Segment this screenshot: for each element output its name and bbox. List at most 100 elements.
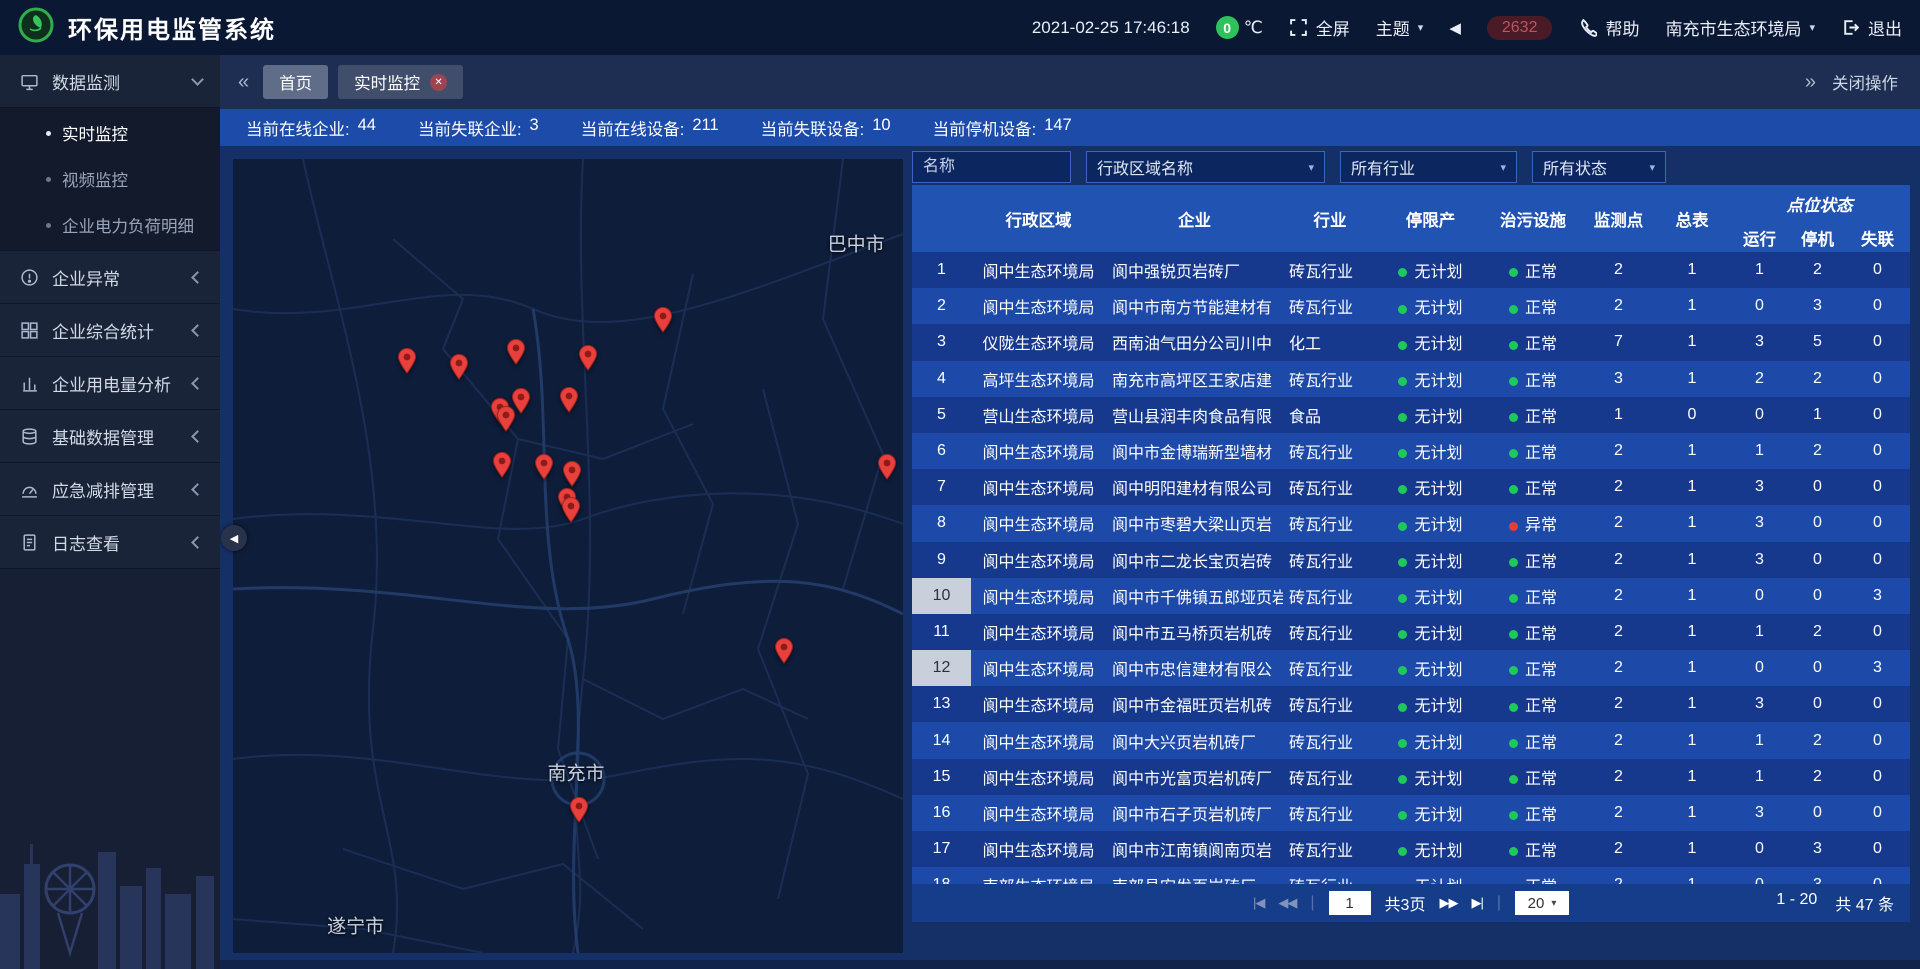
tab-home[interactable]: 首页 xyxy=(263,65,328,99)
table-row[interactable]: 1阆中生态环境局阆中强锐页岩砖厂砖瓦行业无计划正常21120 xyxy=(912,252,1910,288)
sidebar-item-enterprise-stats[interactable]: 企业综合统计 xyxy=(0,304,220,357)
tab-realtime-monitor[interactable]: 实时监控✕ xyxy=(338,65,463,99)
cell-points: 2 xyxy=(1582,614,1655,650)
next-page-button[interactable]: ▶▶ xyxy=(1439,895,1457,911)
last-page-button[interactable]: ▶| xyxy=(1471,895,1482,911)
enterprise-table: 行政区域 企业 行业 停限产 治污设施 监测点 总表 点位状态 运行 停机 失联… xyxy=(912,185,1910,884)
map-pin[interactable] xyxy=(653,306,673,338)
map-pin[interactable] xyxy=(774,637,794,669)
table-row[interactable]: 5营山生态环境局营山县润丰肉食品有限食品无计划正常10010 xyxy=(912,397,1910,433)
table-row[interactable]: 8阆中生态环境局阆中市枣碧大梁山页岩砖瓦行业无计划异常21300 xyxy=(912,505,1910,541)
table-row[interactable]: 12阆中生态环境局阆中市忠信建材有限公砖瓦行业无计划正常21003 xyxy=(912,650,1910,686)
sidebar-item-power-load-detail[interactable]: 企业电力负荷明细 xyxy=(0,202,220,248)
sidebar-item-log-view[interactable]: 日志查看 xyxy=(0,516,220,569)
map-pin[interactable] xyxy=(877,453,897,485)
cell-run: 0 xyxy=(1729,831,1790,867)
cell-company: 阆中市枣碧大梁山页岩 xyxy=(1106,505,1283,541)
region-filter-select[interactable]: 行政区域名称 ▾ xyxy=(1086,151,1325,183)
status-dot xyxy=(1509,594,1518,603)
map-pin[interactable] xyxy=(449,353,469,385)
table-row[interactable]: 9阆中生态环境局阆中市二龙长宝页岩砖砖瓦行业无计划正常21300 xyxy=(912,542,1910,578)
map-pin[interactable] xyxy=(578,344,598,376)
cell-limit-status: 无计划 xyxy=(1377,650,1484,686)
cell-industry: 砖瓦行业 xyxy=(1283,252,1377,288)
table-row[interactable]: 18南部生态环境局南部县宏发页岩砖厂砖瓦行业无计划正常21030 xyxy=(912,867,1910,884)
table-row[interactable]: 2阆中生态环境局阆中市南方节能建材有砖瓦行业无计划正常21030 xyxy=(912,288,1910,324)
table-row[interactable]: 3仪陇生态环境局西南油气田分公司川中化工无计划正常71350 xyxy=(912,324,1910,360)
sidebar-item-data-monitoring[interactable]: 数据监测 xyxy=(0,55,220,108)
map-pin[interactable] xyxy=(506,338,526,370)
map-pin[interactable] xyxy=(569,796,589,828)
map-pin[interactable] xyxy=(561,496,581,528)
cell-limit-status: 无计划 xyxy=(1377,505,1484,541)
chevron-left-icon xyxy=(191,483,204,496)
status-dot xyxy=(1398,522,1407,531)
org-dropdown[interactable]: 南充市生态环境局 ▾ xyxy=(1665,15,1815,40)
table-row[interactable]: 11阆中生态环境局阆中市五马桥页岩机砖砖瓦行业无计划正常21120 xyxy=(912,614,1910,650)
logout-button[interactable]: 退出 xyxy=(1841,15,1902,40)
table-row[interactable]: 7阆中生态环境局阆中明阳建材有限公司砖瓦行业无计划正常21300 xyxy=(912,469,1910,505)
stat-label: 当前失联企业: xyxy=(418,116,522,140)
sidebar-item-base-data[interactable]: 基础数据管理 xyxy=(0,410,220,463)
tabs-scroll-right-icon[interactable]: » xyxy=(1805,71,1816,94)
cell-industry: 砖瓦行业 xyxy=(1283,578,1377,614)
tabs-scroll-left-icon[interactable]: « xyxy=(238,71,249,94)
close-icon[interactable]: ✕ xyxy=(430,74,447,91)
map-panel[interactable]: 巴中市南充市遂宁市 xyxy=(233,159,903,953)
table-row[interactable]: 15阆中生态环境局阆中市光富页岩机砖厂砖瓦行业无计划正常21120 xyxy=(912,759,1910,795)
tab-label: 首页 xyxy=(279,70,312,94)
industry-filter-select[interactable]: 所有行业 ▾ xyxy=(1340,151,1517,183)
theme-dropdown[interactable]: 主题 ▾ xyxy=(1376,15,1424,40)
prev-page-button[interactable]: ◀◀ xyxy=(1278,895,1296,911)
announcement-icon[interactable]: ◀ xyxy=(1449,19,1461,37)
table-row[interactable]: 14阆中生态环境局阆中大兴页岩机砖厂砖瓦行业无计划正常21120 xyxy=(912,722,1910,758)
sidebar-item-enterprise-abnormal[interactable]: 企业异常 xyxy=(0,251,220,304)
fullscreen-button[interactable]: 全屏 xyxy=(1289,15,1350,40)
map-pin[interactable] xyxy=(534,453,554,485)
temperature-badge: 0 xyxy=(1216,16,1239,39)
cell-facility-status: 正常 xyxy=(1484,650,1582,686)
stat-online-enterprises: 当前在线企业:44 xyxy=(246,116,376,140)
chevron-left-icon xyxy=(191,430,204,443)
stat-online-devices: 当前在线设备:211 xyxy=(581,116,719,140)
cell-stop: 2 xyxy=(1790,722,1845,758)
page-number-input[interactable] xyxy=(1329,891,1371,915)
map-collapse-button[interactable]: ◀ xyxy=(221,525,247,551)
name-filter-input[interactable] xyxy=(912,151,1071,183)
cell-region: 阆中生态环境局 xyxy=(971,650,1106,686)
map-pin[interactable] xyxy=(397,347,417,379)
status-filter-select[interactable]: 所有状态 ▾ xyxy=(1532,151,1666,183)
close-operations-button[interactable]: 关闭操作 xyxy=(1832,70,1898,94)
first-page-button[interactable]: |◀ xyxy=(1253,895,1264,911)
table-row[interactable]: 13阆中生态环境局阆中市金福旺页岩机砖砖瓦行业无计划正常21300 xyxy=(912,686,1910,722)
cell-region: 阆中生态环境局 xyxy=(971,578,1106,614)
sidebar-item-emergency-reduction[interactable]: 应急减排管理 xyxy=(0,463,220,516)
cell-stop: 3 xyxy=(1790,867,1845,884)
status-dot xyxy=(1509,522,1518,531)
table-row[interactable]: 6阆中生态环境局阆中市金博瑞新型墙材砖瓦行业无计划正常21120 xyxy=(912,433,1910,469)
cell-limit-status: 无计划 xyxy=(1377,686,1484,722)
table-row[interactable]: 17阆中生态环境局阆中市江南镇阆南页岩砖瓦行业无计划正常21030 xyxy=(912,831,1910,867)
cell-run: 1 xyxy=(1729,433,1790,469)
sidebar-item-realtime-monitor[interactable]: 实时监控 xyxy=(0,110,220,156)
help-button[interactable]: 帮助 xyxy=(1578,15,1639,40)
cell-run: 3 xyxy=(1729,324,1790,360)
top-header: 环保用电监管系统 2021-02-25 17:46:18 0 ℃ 全屏 主题 ▾… xyxy=(0,0,1920,55)
sidebar-item-power-analysis[interactable]: 企业用电量分析 xyxy=(0,357,220,410)
table-row[interactable]: 10阆中生态环境局阆中市千佛镇五郎垭页岩砖瓦行业无计划正常21003 xyxy=(912,578,1910,614)
cell-stop: 3 xyxy=(1790,288,1845,324)
cell-meters: 1 xyxy=(1655,795,1729,831)
page-size-select[interactable]: 20 ▾ xyxy=(1515,891,1569,915)
cell-facility-status: 正常 xyxy=(1484,288,1582,324)
map-pin[interactable] xyxy=(496,405,516,437)
skyline-decoration xyxy=(0,794,220,969)
table-row[interactable]: 16阆中生态环境局阆中市石子页岩机砖厂砖瓦行业无计划正常21300 xyxy=(912,795,1910,831)
sidebar-item-video-monitor[interactable]: 视频监控 xyxy=(0,156,220,202)
map-pin[interactable] xyxy=(559,386,579,418)
map-pin[interactable] xyxy=(492,451,512,483)
sidebar-submenu: 实时监控视频监控企业电力负荷明细 xyxy=(0,108,220,251)
col-lost: 失联 xyxy=(1845,223,1910,252)
table-row[interactable]: 4高坪生态环境局南充市高坪区王家店建砖瓦行业无计划正常31220 xyxy=(912,361,1910,397)
col-run: 运行 xyxy=(1729,223,1790,252)
notice-count-badge[interactable]: 2632 xyxy=(1487,16,1553,40)
